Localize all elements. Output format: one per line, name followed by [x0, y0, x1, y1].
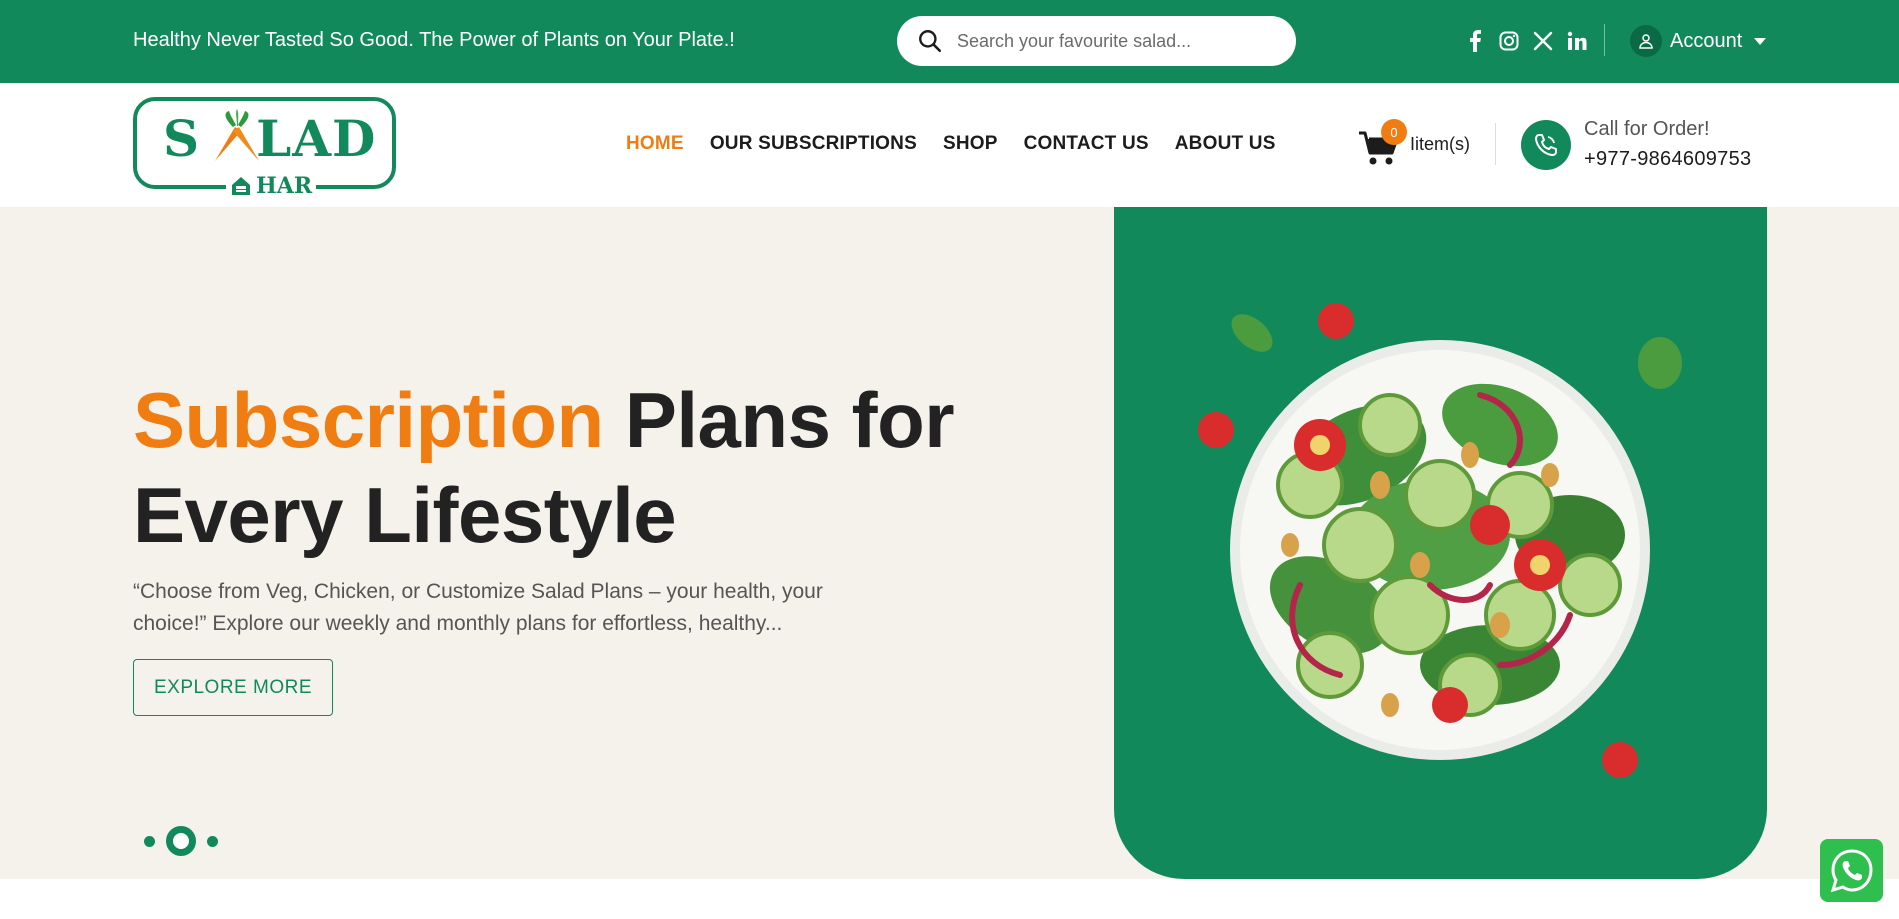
- slider-dot[interactable]: [144, 835, 155, 847]
- carrot-icon: [215, 109, 259, 161]
- call-number[interactable]: +977-9864609753: [1584, 148, 1751, 171]
- social-links: [1464, 28, 1588, 54]
- nav-about[interactable]: ABOUT US: [1175, 133, 1276, 155]
- cart-label[interactable]: Iitem(s): [1410, 134, 1470, 155]
- facebook-icon[interactable]: [1464, 30, 1486, 52]
- search-input[interactable]: [957, 26, 1277, 56]
- user-icon: [1630, 25, 1662, 57]
- explore-more-button[interactable]: EXPLORE MORE: [133, 659, 333, 716]
- nav-home[interactable]: HOME: [626, 133, 684, 155]
- home-icon: [232, 177, 250, 195]
- x-icon[interactable]: [1532, 30, 1554, 52]
- account-label: Account: [1670, 29, 1743, 52]
- search-icon: [919, 30, 942, 53]
- instagram-icon[interactable]: [1498, 30, 1520, 52]
- main-header: S LAD HAR HOME OUR SUBSCRIPTIONS SHOP CON…: [0, 83, 1899, 207]
- topbar-divider: [1604, 24, 1605, 56]
- hero-title-highlight: Subscription: [133, 376, 604, 464]
- logo-wordmark: S LAD: [163, 109, 377, 168]
- slider-dot-active[interactable]: [166, 826, 196, 856]
- logo-sub: HAR: [226, 173, 317, 199]
- slider-dot[interactable]: [207, 835, 218, 847]
- call-label: Call for Order!: [1584, 118, 1710, 140]
- tagline: Healthy Never Tasted So Good. The Power …: [133, 29, 735, 51]
- cart-count-badge: 0: [1381, 119, 1407, 145]
- whatsapp-button[interactable]: [1820, 839, 1883, 902]
- cart-button[interactable]: 0: [1357, 119, 1407, 167]
- account-menu[interactable]: Account: [1630, 24, 1767, 58]
- hero-description: “Choose from Veg, Chicken, or Customize …: [133, 580, 823, 635]
- nav-subscriptions[interactable]: OUR SUBSCRIPTIONS: [710, 133, 917, 155]
- nav-shop[interactable]: SHOP: [943, 133, 998, 155]
- main-nav: HOME OUR SUBSCRIPTIONS SHOP CONTACT US A…: [626, 133, 1276, 155]
- search-box[interactable]: [897, 16, 1296, 66]
- linkedin-icon[interactable]: [1566, 30, 1588, 52]
- slider-dots: [144, 826, 218, 856]
- phone-icon[interactable]: [1521, 120, 1571, 170]
- logo-sub-text: HAR: [256, 173, 313, 199]
- header-divider: [1495, 123, 1496, 165]
- hero-title: Subscription Plans for Every Lifestyle: [133, 373, 1033, 563]
- salad-plate-image: [1198, 303, 1682, 778]
- whatsapp-icon: [1830, 848, 1873, 892]
- logo[interactable]: S LAD HAR: [133, 97, 396, 199]
- nav-contact[interactable]: CONTACT US: [1024, 133, 1149, 155]
- chevron-down-icon: [1754, 37, 1767, 45]
- top-bar: Healthy Never Tasted So Good. The Power …: [0, 0, 1899, 83]
